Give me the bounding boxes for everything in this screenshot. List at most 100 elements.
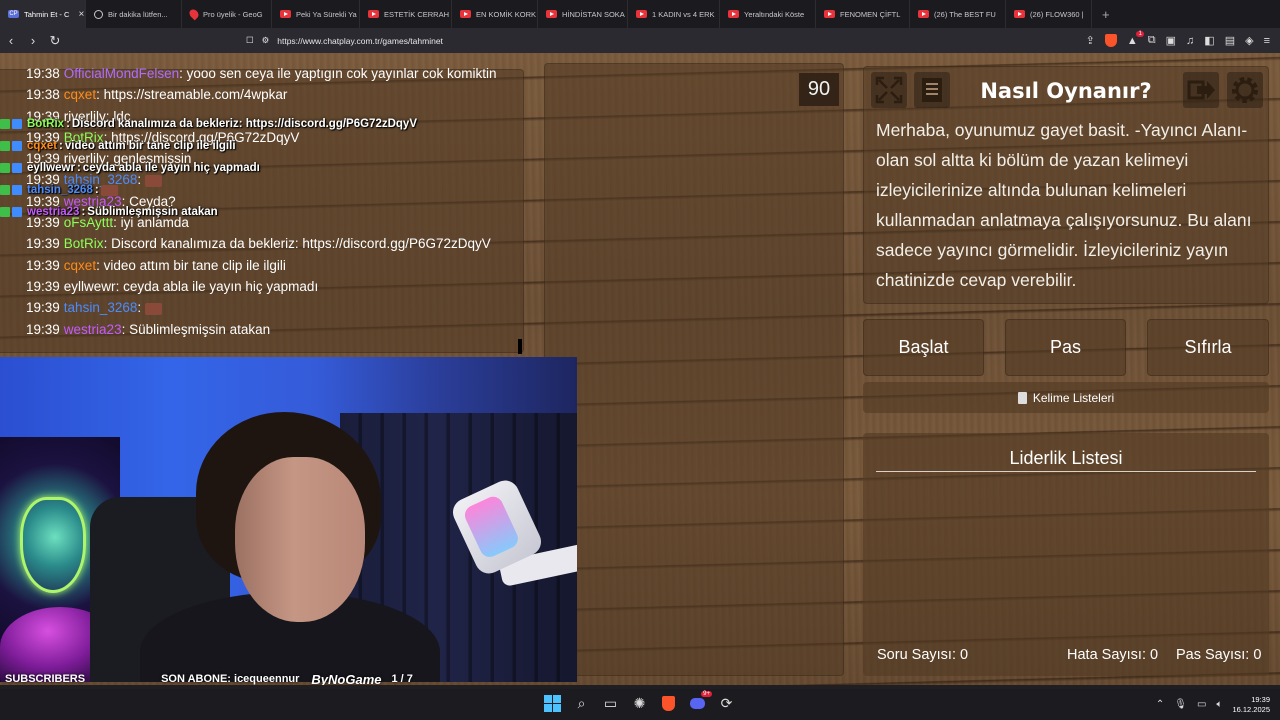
url-field[interactable]: ☐ ⚙ https://www.chatplay.com.tr/games/ta… (246, 35, 936, 46)
chat-message: 19:39 BotRix: Discord kanalımıza da bekle… (26, 233, 516, 254)
tab-label: EN KOMİK KORK (476, 9, 537, 19)
chat-time: 19:39 (26, 300, 60, 316)
browser-tab[interactable]: (26) The BEST FU (910, 0, 1006, 28)
overlay-text: Süblimleşmişsin atakan (87, 206, 218, 218)
vpn-icon[interactable]: ◈ (1245, 34, 1253, 47)
close-tab-icon[interactable]: × (78, 9, 84, 20)
site-settings-icon[interactable]: ⚙ (262, 35, 270, 46)
clock[interactable]: 19:39 16.12.2025 (1232, 695, 1270, 715)
youtube-icon (368, 10, 379, 18)
chat-text: ceyda abla ile yayın hiç yapmadı (123, 278, 319, 294)
reload-icon[interactable]: ↻ (44, 28, 66, 53)
stream-chat-overlay: BotRix : Discord kanalımıza da bekleriz:… (0, 113, 417, 223)
chat-message: 19:38 cqxet: https://streamable.com/4wpka… (26, 84, 516, 105)
back-icon[interactable]: ‹ (0, 28, 22, 53)
round-timer: 90 (799, 73, 839, 106)
share-icon[interactable]: ⇪ (1086, 34, 1095, 47)
chat-separator: : (115, 278, 124, 294)
volume-icon[interactable]: 🔈︎ (1216, 699, 1222, 710)
chat-message: 19:39 cqxet: video attım bir tane clip il… (26, 255, 516, 276)
chat-message: 19:38 OfficialMondFelsen: yooo sen ceya i… (26, 63, 516, 84)
chat-username[interactable]: eyllwewr (64, 279, 116, 294)
search-icon[interactable]: ⌕ (571, 693, 592, 714)
browser-tab[interactable]: EN KOMİK KORK (452, 0, 538, 28)
new-tab-button[interactable]: + (1092, 7, 1120, 22)
extensions-icon[interactable]: ⧉ (1148, 34, 1156, 47)
browser-tab[interactable]: ESTETİK CERRAH (360, 0, 452, 28)
tab-strip: CP Tahmin Et - C × Bir dakika lütfen... Pro … (0, 0, 1280, 28)
browser-tab[interactable]: Yeraltındaki Köste (720, 0, 816, 28)
clock-date: 16.12.2025 (1232, 704, 1270, 714)
sidebar-icon[interactable]: ◧ (1204, 34, 1214, 47)
overlay-separator: : (81, 206, 86, 218)
question-count-value: 0 (960, 647, 969, 663)
youtube-icon (546, 10, 557, 18)
pin-icon (187, 7, 201, 21)
task-view-icon[interactable]: ▭ (600, 693, 621, 714)
app-icon[interactable]: ⟳ (716, 693, 737, 714)
tab-label: Pro üyelik - GeoG (203, 9, 263, 19)
browser-tab[interactable]: FENOMEN ÇİFTL (816, 0, 910, 28)
youtube-icon (636, 10, 647, 18)
overlay-text: ceyda abla ile yayın hiç yapmadı (82, 162, 260, 174)
overlay-username: eyllwewr (27, 162, 75, 174)
screenshot-icon[interactable]: ▣ (1166, 34, 1176, 47)
badge-icon (12, 185, 22, 195)
browser-tab[interactable]: Bir dakika lütfen... (86, 0, 182, 28)
error-count-value: 0 (1150, 647, 1159, 663)
chat-time: 19:39 (26, 236, 60, 252)
chat-username[interactable]: cqxet (64, 87, 96, 102)
media-icon[interactable]: ♫ (1186, 35, 1194, 47)
overlay-username: cqxet (27, 140, 58, 152)
browser-tab[interactable]: (26) FLOW360 | (1006, 0, 1092, 28)
streamer-area-panel (544, 63, 844, 676)
chat-username[interactable]: tahsin_3268 (64, 300, 138, 315)
overlay-text: video attım bir tane clip ile ilgili (64, 140, 236, 152)
chatgpt-icon[interactable]: ✺ (629, 693, 650, 714)
chat-username[interactable]: westria23 (64, 322, 122, 337)
overlay-separator: : (59, 140, 63, 152)
brave-shield-icon[interactable] (1104, 34, 1117, 47)
bookmark-icon[interactable]: ☐ (246, 35, 254, 46)
menu-icon[interactable]: ≡ (1264, 35, 1270, 47)
wallet-icon[interactable]: ▤ (1225, 34, 1235, 47)
overlay-separator: : (94, 184, 99, 196)
network-icon[interactable]: ▭ (1197, 699, 1206, 710)
reset-button[interactable]: Sıfırla (1147, 319, 1269, 376)
browser-tab[interactable]: 1 KADIN vs 4 ERK (628, 0, 720, 28)
chat-separator: : (96, 87, 104, 103)
start-button[interactable]: Başlat (863, 319, 984, 376)
browser-tab[interactable]: CP Tahmin Et - C × (0, 0, 86, 28)
chat-time: 19:38 (26, 87, 60, 103)
mic-icon[interactable]: 🎙︎ (1174, 699, 1187, 710)
chevron-up-icon[interactable]: ⌃ (1156, 699, 1164, 710)
clock-time: 19:39 (1251, 694, 1270, 704)
chat-username[interactable]: cqxet (64, 258, 96, 273)
chat-username[interactable]: OfficialMondFelsen (64, 66, 179, 81)
brand-logo: ByNoGame (311, 671, 382, 686)
last-subscriber: SON ABONE: icequeennur (161, 673, 300, 685)
pass-button[interactable]: Pas (1005, 319, 1126, 376)
browser-tab[interactable]: HİNDİSTAN SOKA (538, 0, 628, 28)
badge-icon (12, 119, 22, 129)
exit-icon[interactable] (1183, 72, 1219, 108)
chat-separator: : (103, 236, 112, 252)
brave-rewards-icon[interactable]: ▲ 1 (1127, 30, 1144, 47)
overlay-username: tahsin_3268 (27, 184, 93, 196)
gear-icon[interactable] (1227, 72, 1263, 108)
browser-tab[interactable]: Peki Ya Sürekli Ya (272, 0, 360, 28)
brave-icon[interactable] (658, 693, 679, 714)
discord-icon[interactable]: 9+ (687, 691, 712, 714)
chat-text: Süblimleşmişsin atakan (129, 321, 271, 337)
browser-tab[interactable]: Pro üyelik - GeoG (182, 0, 272, 28)
goal-counter: 1 / 7 (391, 673, 413, 685)
chat-time: 19:38 (26, 66, 60, 81)
tab-label: ESTETİK CERRAH (384, 9, 450, 19)
start-icon[interactable] (542, 693, 563, 714)
chat-username[interactable]: BotRix (64, 236, 104, 251)
subscribers-label: SUBSCRIBERS (5, 673, 86, 685)
leaderboard-divider (876, 471, 1256, 472)
tab-label: (26) FLOW360 | (1030, 9, 1084, 19)
forward-icon[interactable]: › (22, 28, 44, 53)
word-lists-button[interactable]: Kelime Listeleri (863, 382, 1269, 413)
